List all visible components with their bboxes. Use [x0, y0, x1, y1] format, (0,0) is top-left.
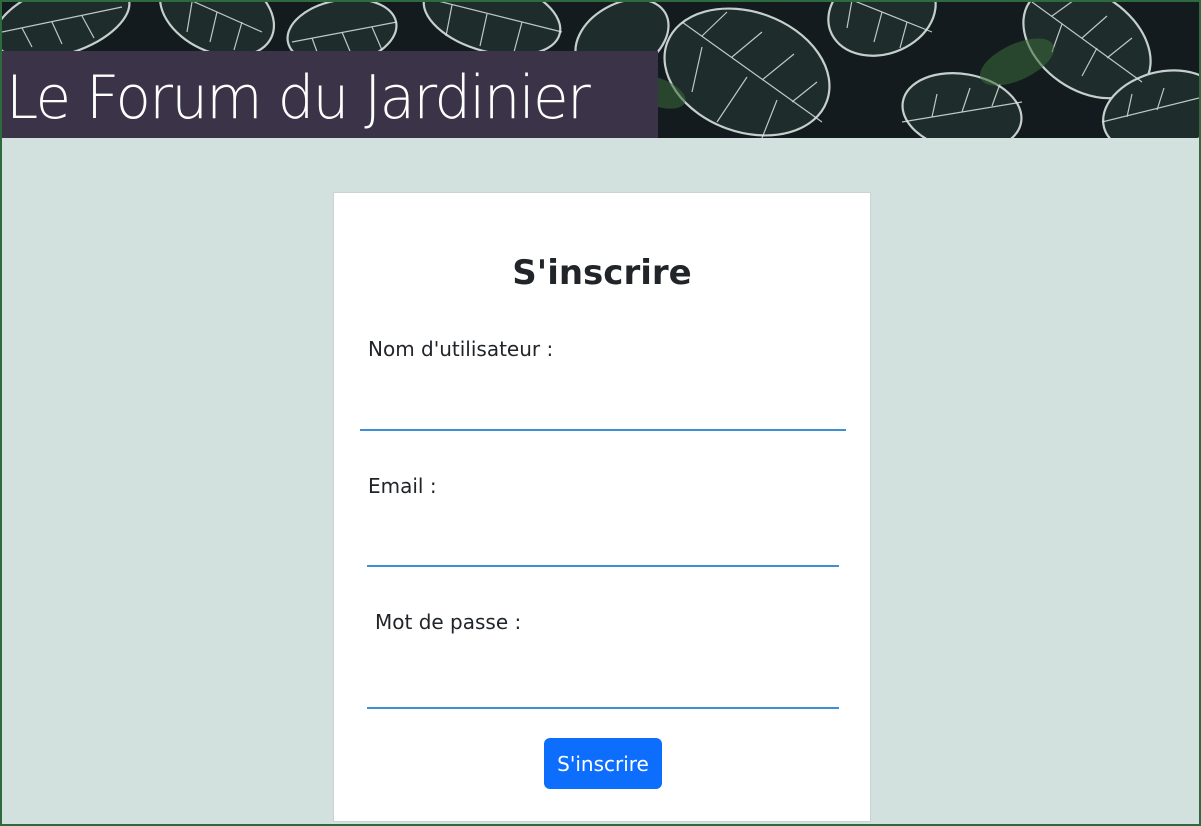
header-banner: Le Forum du Jardinier — [2, 2, 1199, 138]
signup-button[interactable]: S'inscrire — [544, 738, 662, 789]
signup-card: S'inscrire Nom d'utilisateur : Email : M… — [333, 192, 871, 822]
site-title-box: Le Forum du Jardinier — [2, 51, 658, 138]
password-input[interactable] — [367, 669, 839, 709]
form-title: S'inscrire — [512, 253, 692, 293]
username-input[interactable] — [360, 391, 846, 431]
site-title: Le Forum du Jardinier — [6, 63, 591, 133]
email-input[interactable] — [367, 527, 839, 567]
email-label: Email : — [368, 474, 437, 498]
page-frame: Le Forum du Jardinier S'inscrire Nom d'u… — [2, 2, 1199, 824]
username-label: Nom d'utilisateur : — [368, 337, 554, 361]
password-label: Mot de passe : — [375, 610, 522, 634]
